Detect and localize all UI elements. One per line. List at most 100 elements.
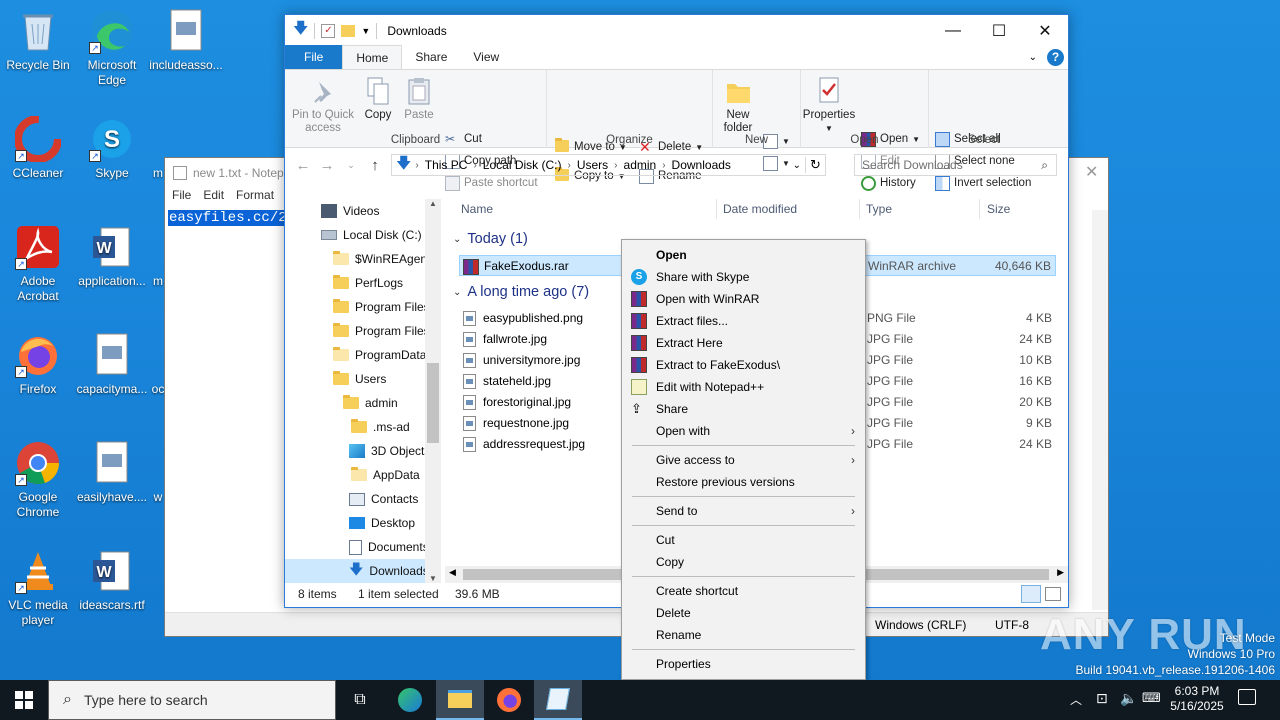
scroll-left-icon[interactable]: ◀ — [449, 567, 456, 578]
pin-to-quick-access-button[interactable]: Pin to Quick access — [289, 76, 357, 135]
desktop-icon-ccleaner[interactable]: ↗ CCleaner — [0, 115, 76, 181]
paste-button[interactable]: Paste — [401, 76, 437, 122]
menu-item-extract-here[interactable]: Extract Here — [622, 332, 865, 354]
column-header-name[interactable]: Name — [461, 199, 493, 219]
forward-arrow-icon[interactable]: → — [315, 157, 339, 174]
nav-item-appdata[interactable]: AppData — [351, 463, 420, 487]
customize-qa-chevron-icon[interactable]: ▼ — [361, 26, 370, 36]
taskbar-notepad[interactable] — [534, 680, 582, 720]
notepad-close-icon[interactable]: ✕ — [1085, 162, 1098, 182]
nav-item-local-disk[interactable]: Local Disk (C:) — [321, 223, 422, 247]
nav-item-desktop[interactable]: Desktop — [349, 511, 415, 535]
large-icons-view-icon[interactable] — [1045, 587, 1061, 601]
nav-item-videos[interactable]: Videos — [321, 199, 379, 223]
notepad-menu-format[interactable]: Format — [236, 188, 274, 208]
search-box[interactable]: Search Downloads ⌕ — [854, 154, 1057, 176]
desktop-icon-chrome[interactable]: ↗ Google Chrome — [0, 440, 76, 520]
notifications-icon[interactable] — [1238, 689, 1256, 705]
menu-item-extract-files[interactable]: Extract files... — [622, 310, 865, 332]
breadcrumb-users[interactable]: Users — [571, 158, 614, 172]
desktop-icon-easilyhave[interactable]: easilyhave.... — [74, 440, 150, 505]
copy-button[interactable]: Copy — [359, 76, 397, 122]
search-icon[interactable]: ⌕ — [1041, 158, 1056, 173]
desktop-icon-firefox[interactable]: ↗ Firefox — [0, 332, 76, 397]
address-dropdown-chevron-icon[interactable]: ⌄ — [793, 160, 805, 171]
breadcrumb-local-disk[interactable]: Local Disk (C:) — [477, 158, 568, 172]
menu-item-restore-previous-versions[interactable]: Restore previous versions — [622, 471, 865, 493]
column-header-type[interactable]: Type — [866, 199, 892, 219]
notepad-menu-file[interactable]: File — [172, 188, 191, 208]
nav-item-documents[interactable]: Documents — [349, 535, 429, 559]
desktop-icon-edge[interactable]: ↗ Microsoft Edge — [74, 8, 150, 88]
notepad-vscrollbar[interactable] — [1092, 210, 1108, 610]
minimize-button[interactable]: — — [930, 15, 976, 46]
menu-item-open[interactable]: Open — [622, 244, 865, 266]
group-header-long-time-ago[interactable]: ⌄ A long time ago (7) — [453, 284, 589, 300]
breadcrumb-downloads[interactable]: Downloads — [666, 158, 737, 172]
menu-item-copy[interactable]: Copy — [622, 551, 865, 573]
menu-item-share-with-skype[interactable]: S Share with Skype — [622, 266, 865, 288]
new-folder-small-icon[interactable] — [341, 24, 356, 37]
tab-home[interactable]: Home — [342, 45, 403, 69]
group-header-today[interactable]: ⌄ Today (1) — [453, 231, 528, 247]
notepad-selected-text[interactable]: easyfiles.cc/20 — [168, 210, 284, 226]
notepad-menu-edit[interactable]: Edit — [203, 188, 224, 208]
task-view-button[interactable]: ⧉ — [336, 680, 384, 720]
menu-item-cut[interactable]: Cut — [622, 529, 865, 551]
start-button[interactable] — [0, 680, 48, 720]
breadcrumb-admin[interactable]: admin — [618, 158, 663, 172]
help-icon[interactable]: ? — [1047, 48, 1064, 66]
menu-item-edit-with-notepadpp[interactable]: Edit with Notepad++ — [622, 376, 865, 398]
tab-share[interactable]: Share — [402, 45, 460, 69]
desktop-icon-capacityma[interactable]: capacityma... — [74, 332, 150, 397]
desktop-icon-skype[interactable]: S ↗ Skype — [74, 116, 150, 181]
explorer-titlebar[interactable]: 🡇 ✓ ▼ Downloads — ☐ ✕ — [285, 15, 1068, 46]
volume-icon[interactable]: 🔈 — [1120, 690, 1137, 707]
desktop-icon-recycle-bin[interactable]: Recycle Bin — [0, 8, 76, 73]
desktop-icon-includeasso[interactable]: includeasso... — [148, 8, 224, 73]
details-view-icon[interactable] — [1021, 585, 1041, 603]
nav-item-downloads[interactable]: 🡇 Downloads — [285, 559, 429, 583]
address-bar[interactable]: 🡇 › This PC › Local Disk (C:) › Users › … — [391, 154, 826, 176]
taskbar-edge[interactable] — [386, 680, 434, 720]
taskbar-firefox[interactable] — [485, 680, 533, 720]
menu-item-give-access-to[interactable]: Give access to › — [622, 449, 865, 471]
taskbar-search-box[interactable]: ⌕ Type here to search — [48, 680, 336, 720]
column-header-date-modified[interactable]: Date modified — [723, 199, 797, 219]
desktop-icon-ideascars[interactable]: W ideascars.rtf — [74, 548, 150, 613]
nav-item-admin[interactable]: admin — [343, 391, 398, 415]
tab-file[interactable]: File — [285, 45, 343, 69]
nav-item-program-files-x86[interactable]: Program Files — [333, 319, 430, 343]
menu-item-open-with-winrar[interactable]: Open with WinRAR — [622, 288, 865, 310]
properties-button[interactable]: Properties ▼ — [801, 76, 857, 135]
network-icon[interactable]: ⊡ — [1096, 690, 1108, 707]
properties-check-icon[interactable]: ✓ — [321, 23, 336, 38]
taskbar-file-explorer[interactable] — [436, 680, 484, 720]
ribbon-collapse-chevron-icon[interactable]: ⌄ — [1029, 52, 1037, 63]
nav-item-program-files[interactable]: Program Files — [333, 295, 430, 319]
nav-item-perflogs[interactable]: PerfLogs — [333, 271, 403, 295]
menu-item-send-to[interactable]: Send to › — [622, 500, 865, 522]
nav-item-programdata[interactable]: ProgramData — [333, 343, 426, 367]
nav-item-ms-ad[interactable]: .ms-ad — [351, 415, 410, 439]
desktop-icon-application[interactable]: W application... — [74, 224, 150, 289]
search-input[interactable]: Search Downloads — [862, 158, 963, 172]
menu-item-extract-to[interactable]: Extract to FakeExodus\ — [622, 354, 865, 376]
nav-pane-scrollbar-thumb[interactable] — [427, 363, 439, 443]
recent-locations-chevron-icon[interactable]: ⌄ — [339, 160, 363, 171]
maximize-button[interactable]: ☐ — [976, 15, 1022, 46]
nav-item-winreagent[interactable]: $WinREAgent — [333, 247, 430, 271]
show-hidden-icons-chevron-icon[interactable]: ︿ — [1070, 691, 1082, 708]
up-arrow-icon[interactable]: ↑ — [363, 157, 387, 174]
refresh-icon[interactable]: ↻ — [805, 157, 825, 173]
menu-item-delete[interactable]: Delete — [622, 602, 865, 624]
back-arrow-icon[interactable]: ← — [291, 157, 315, 174]
scroll-right-icon[interactable]: ▶ — [1057, 567, 1064, 578]
tab-view[interactable]: View — [460, 45, 512, 69]
menu-item-rename[interactable]: Rename — [622, 624, 865, 646]
nav-item-users[interactable]: Users — [333, 367, 386, 391]
new-folder-button[interactable]: New folder — [717, 76, 759, 135]
input-method-icon[interactable]: ⌨ — [1142, 690, 1161, 706]
nav-item-3d-objects[interactable]: 3D Objects — [349, 439, 430, 463]
menu-item-share[interactable]: ⇪ Share — [622, 398, 865, 420]
